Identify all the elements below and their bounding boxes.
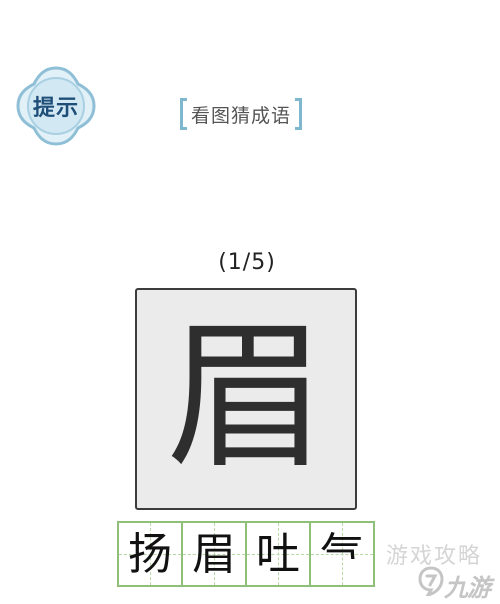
title-text: 看图猜成语 (191, 104, 292, 127)
progress-indicator: (1/5) (218, 250, 276, 275)
hint-label: 提示 (32, 95, 79, 121)
answer-cell[interactable]: 扬 (117, 521, 183, 587)
answer-character: 眉 (192, 529, 236, 580)
answer-cell[interactable]: 吐 (245, 521, 311, 587)
answer-character: 气 (320, 529, 364, 559)
answer-character: 吐 (256, 529, 300, 580)
puzzle-card: 眉 (135, 288, 357, 510)
answer-character: 扬 (128, 529, 172, 580)
answer-cell[interactable]: 眉 (181, 521, 247, 587)
answer-cell[interactable]: 气 (309, 521, 375, 587)
hint-button[interactable]: 提示 (14, 64, 98, 148)
title-bracket-right (295, 98, 303, 130)
logo-text: 九游 (444, 574, 491, 602)
answer-grid: 扬 眉 吐 气 (117, 521, 375, 587)
page-title: 看图猜成语 (180, 97, 303, 131)
puzzle-character: 眉 (165, 303, 326, 490)
watermark-logo: 九游 (418, 562, 500, 602)
title-bracket-left (180, 98, 187, 130)
jiuyou-logo-icon (418, 566, 444, 596)
